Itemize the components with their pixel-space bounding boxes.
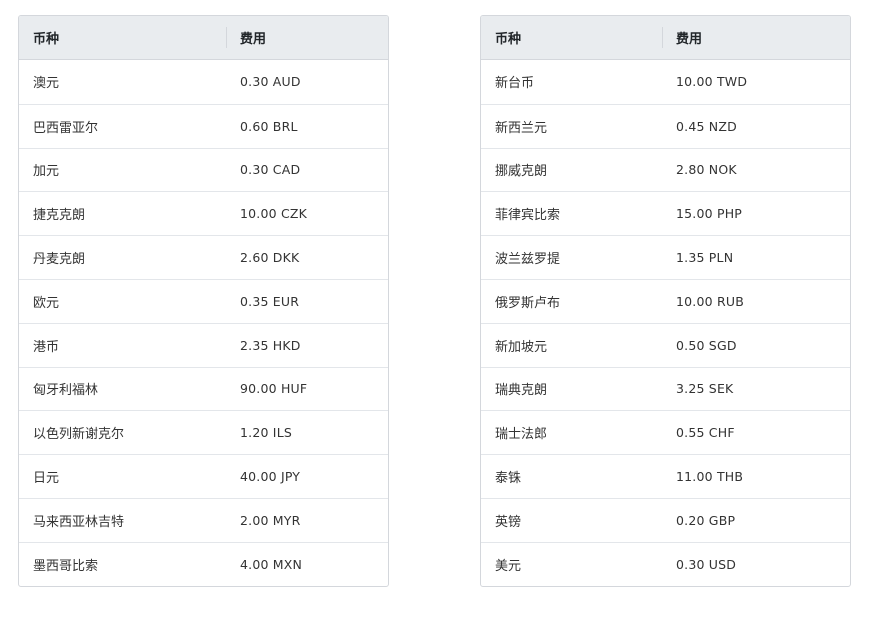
- table-row: 挪威克朗 2.80 NOK: [481, 147, 850, 192]
- fee-amount-cell: 10.00 RUB: [676, 293, 744, 309]
- currency-name-cell: 马来西亚林吉特: [33, 514, 125, 530]
- column-header-currency: 币种: [495, 32, 522, 47]
- currency-name-cell: 菲律宾比索: [495, 208, 561, 224]
- currency-fee-table-right: 币种 费用 新台币 10.00 TWD 新西兰元 0.45 NZD 挪威克朗 2.80 N…: [480, 15, 851, 587]
- fee-amount-cell: 2.60 DKK: [240, 250, 300, 266]
- currency-name-cell: 波兰兹罗提: [495, 252, 561, 268]
- currency-name-cell: 加元: [33, 164, 60, 180]
- table-row: 马来西亚林吉特 2.00 MYR: [19, 497, 388, 542]
- table-row: 丹麦克朗 2.60 DKK: [19, 235, 388, 279]
- fee-amount-cell: 1.35 PLN: [676, 250, 734, 266]
- fee-amount-cell: 0.20 GBP: [676, 512, 736, 528]
- fee-amount-cell: 0.30 AUD: [240, 74, 301, 90]
- currency-name-cell: 巴西雷亚尔: [33, 120, 99, 136]
- table-row: 英镑 0.20 GBP: [481, 497, 850, 542]
- table-row: 瑞典克朗 3.25 SEK: [481, 366, 850, 411]
- currency-name-cell: 俄罗斯卢布: [495, 295, 561, 311]
- fee-amount-cell: 0.30 USD: [676, 556, 737, 572]
- table-row: 港币 2.35 HKD: [19, 322, 388, 367]
- table-row: 捷克克朗 10.00 CZK: [19, 191, 388, 235]
- table-header: 币种 费用: [481, 16, 850, 60]
- table-row: 加元 0.30 CAD: [19, 147, 388, 192]
- currency-name-cell: 日元: [33, 471, 60, 487]
- fee-amount-cell: 0.45 NZD: [676, 118, 737, 134]
- fee-amount-cell: 0.60 BRL: [240, 118, 298, 134]
- currency-name-cell: 挪威克朗: [495, 164, 548, 180]
- currency-name-cell: 瑞士法郎: [495, 427, 548, 443]
- currency-name-cell: 匈牙利福林: [33, 383, 99, 399]
- table-row: 新西兰元 0.45 NZD: [481, 103, 850, 148]
- table-row: 美元 0.30 USD: [481, 541, 850, 586]
- currency-name-cell: 新西兰元: [495, 120, 548, 136]
- currency-name-cell: 瑞典克朗: [495, 383, 548, 399]
- column-header-fee: 费用: [662, 16, 848, 59]
- column-header-fee: 费用: [226, 16, 386, 59]
- currency-name-cell: 澳元: [33, 76, 60, 92]
- table-row: 匈牙利福林 90.00 HUF: [19, 366, 388, 411]
- fee-amount-cell: 0.35 EUR: [240, 293, 300, 309]
- currency-name-cell: 新加坡元: [495, 339, 548, 355]
- currency-name-cell: 美元: [495, 558, 522, 574]
- fee-amount-cell: 4.00 MXN: [240, 556, 303, 572]
- table-row: 泰铢 11.00 THB: [481, 454, 850, 498]
- table-row: 日元 40.00 JPY: [19, 454, 388, 498]
- table-row: 澳元 0.30 AUD: [19, 60, 388, 104]
- currency-name-cell: 英镑: [495, 514, 522, 530]
- fee-amount-cell: 3.25 SEK: [676, 381, 734, 397]
- table-body: 澳元 0.30 AUD 巴西雷亚尔 0.60 BRL 加元 0.30 CAD 捷克克朗 10.…: [19, 60, 388, 586]
- currency-name-cell: 港币: [33, 339, 60, 355]
- table-row: 墨西哥比索 4.00 MXN: [19, 541, 388, 586]
- currency-name-cell: 丹麦克朗: [33, 252, 86, 268]
- currency-name-cell: 欧元: [33, 295, 60, 311]
- fee-amount-cell: 10.00 CZK: [240, 206, 308, 222]
- fee-amount-cell: 10.00 TWD: [676, 74, 748, 90]
- fee-amount-cell: 0.55 CHF: [676, 425, 735, 441]
- table-header: 币种 费用: [19, 16, 388, 60]
- fee-amount-cell: 40.00 JPY: [240, 469, 301, 485]
- fee-amount-cell: 2.00 MYR: [240, 512, 301, 528]
- fee-amount-cell: 11.00 THB: [676, 469, 744, 485]
- fee-amount-cell: 90.00 HUF: [240, 381, 308, 397]
- fee-amount-cell: 0.30 CAD: [240, 162, 301, 178]
- currency-name-cell: 捷克克朗: [33, 208, 86, 224]
- table-row: 菲律宾比索 15.00 PHP: [481, 191, 850, 235]
- table-row: 以色列新谢克尔 1.20 ILS: [19, 410, 388, 454]
- fee-amount-cell: 15.00 PHP: [676, 206, 743, 222]
- currency-fee-table-left: 币种 费用 澳元 0.30 AUD 巴西雷亚尔 0.60 BRL 加元 0.30 CAD 捷…: [18, 15, 389, 587]
- table-row: 新加坡元 0.50 SGD: [481, 322, 850, 367]
- table-body: 新台币 10.00 TWD 新西兰元 0.45 NZD 挪威克朗 2.80 NOK 菲律宾比…: [481, 60, 850, 586]
- currency-name-cell: 泰铢: [495, 471, 522, 487]
- table-row: 欧元 0.35 EUR: [19, 278, 388, 323]
- fee-amount-cell: 2.80 NOK: [676, 162, 737, 178]
- table-row: 新台币 10.00 TWD: [481, 60, 850, 104]
- table-row: 俄罗斯卢布 10.00 RUB: [481, 278, 850, 323]
- table-row: 波兰兹罗提 1.35 PLN: [481, 235, 850, 279]
- currency-name-cell: 以色列新谢克尔: [33, 427, 125, 443]
- fee-amount-cell: 2.35 HKD: [240, 337, 301, 353]
- fee-amount-cell: 1.20 ILS: [240, 425, 292, 441]
- table-row: 巴西雷亚尔 0.60 BRL: [19, 103, 388, 148]
- table-row: 瑞士法郎 0.55 CHF: [481, 410, 850, 454]
- fee-amount-cell: 0.50 SGD: [676, 337, 737, 353]
- currency-name-cell: 墨西哥比索: [33, 558, 99, 574]
- column-header-currency: 币种: [33, 32, 60, 47]
- currency-name-cell: 新台币: [495, 76, 535, 92]
